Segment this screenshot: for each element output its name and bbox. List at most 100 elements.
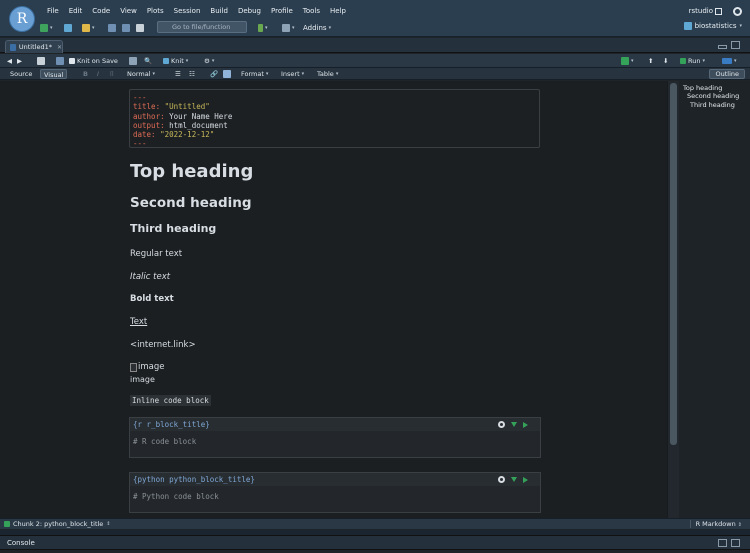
addins-button[interactable]: Addins ▾ — [303, 22, 331, 33]
new-file-button[interactable]: ▾ — [40, 22, 53, 33]
run-above-icon[interactable] — [511, 422, 517, 427]
insert-chunk-button[interactable]: ▾ — [621, 56, 634, 66]
menu-tools[interactable]: Tools — [298, 6, 325, 17]
run-above-icon[interactable] — [511, 477, 517, 482]
menu-file[interactable]: File — [42, 6, 64, 17]
goto-file-input[interactable]: Go to file/function — [157, 21, 247, 33]
autolink-text[interactable]: <internet.link> — [130, 340, 196, 350]
code-format-button[interactable]: ⌷ — [110, 69, 114, 79]
show-in-window-button[interactable] — [37, 56, 45, 66]
close-icon[interactable]: ✕ — [57, 44, 62, 51]
chevron-down-icon: ▾ — [265, 71, 269, 77]
back-button[interactable]: ◀ — [7, 56, 12, 66]
menu-help[interactable]: Help — [325, 6, 351, 17]
code-chunk-r[interactable]: {r r_block_title} # R code block — [129, 417, 541, 458]
outline-toggle-button[interactable]: Outline — [709, 69, 745, 79]
menu-edit[interactable]: Edit — [64, 6, 88, 17]
menu-profile[interactable]: Profile — [266, 6, 298, 17]
document-type-select[interactable]: R Markdown ⇕ — [689, 520, 742, 528]
yaml-header[interactable]: --- title: "Untitled" author: Your Name … — [129, 89, 540, 148]
chevron-down-icon: ▾ — [292, 24, 295, 31]
outline-item-top-heading[interactable]: Top heading — [679, 84, 750, 92]
tab-untitled1[interactable]: Untitled1* ✕ — [5, 40, 63, 53]
console-tab[interactable]: Console — [7, 539, 35, 547]
outline-item-second-heading[interactable]: Second heading — [679, 92, 750, 100]
gear-icon[interactable] — [498, 421, 505, 428]
visual-mode-button[interactable]: Visual — [40, 69, 68, 79]
source-mode-button[interactable]: Source — [7, 69, 35, 79]
vcs-button[interactable]: ▾ — [258, 22, 268, 33]
heading-1[interactable]: Top heading — [130, 161, 253, 182]
maximize-pane-icon[interactable] — [731, 539, 740, 547]
signout-icon[interactable] — [715, 8, 722, 15]
italic-text[interactable]: Italic text — [130, 272, 170, 282]
prev-section-button[interactable]: ⬆ — [648, 56, 653, 66]
broken-image[interactable]: image — [130, 362, 164, 372]
menu-session[interactable]: Session — [169, 6, 206, 17]
insert-link-button[interactable]: 🔗 — [210, 69, 218, 79]
forward-button[interactable]: ▶ — [17, 56, 22, 66]
project-menu[interactable]: biostatistics ▾ — [683, 22, 742, 30]
power-icon[interactable] — [733, 7, 742, 16]
chunk-header[interactable]: {python python_block_title} — [130, 473, 540, 486]
menu-debug[interactable]: Debug — [233, 6, 266, 17]
outline-item-third-heading[interactable]: Third heading — [679, 101, 750, 109]
save-doc-button[interactable] — [56, 56, 64, 66]
heading-2[interactable]: Second heading — [130, 195, 252, 211]
restore-pane-icon[interactable] — [718, 539, 727, 547]
minimize-pane-icon[interactable] — [718, 45, 727, 49]
run-chunk-icon[interactable] — [523, 476, 528, 483]
heading-3[interactable]: Third heading — [130, 222, 216, 235]
chunk-header[interactable]: {r r_block_title} — [130, 418, 540, 431]
maximize-pane-icon[interactable] — [731, 41, 740, 49]
arrow-up-icon: ⬆ — [648, 57, 654, 65]
gear-icon: ⚙ — [204, 57, 210, 65]
bold-format-button[interactable]: B — [83, 69, 88, 79]
visual-editor-document[interactable]: --- title: "Untitled" author: Your Name … — [0, 81, 667, 518]
pane-layout-button[interactable]: ▾ — [282, 22, 295, 33]
image-caption[interactable]: image — [130, 375, 155, 384]
insert-menu[interactable]: Insert ▾ — [281, 69, 304, 79]
editor-toolbar: ◀ ▶ Knit on Save 🔍 Knit ▾ ⚙ ▾ ▾ ⬆ ⬇ Run ▾ ▾ — [0, 54, 750, 68]
table-menu[interactable]: Table ▾ — [317, 69, 338, 79]
spellcheck-button[interactable] — [129, 56, 137, 66]
print-button[interactable] — [136, 22, 144, 33]
hyperlink[interactable]: Text — [130, 317, 147, 327]
rmd-file-icon — [10, 43, 16, 51]
new-project-button[interactable] — [64, 22, 72, 33]
code-chunk-python[interactable]: {python python_block_title} # Python cod… — [129, 472, 541, 513]
save-all-button[interactable] — [122, 22, 130, 33]
menu-build[interactable]: Build — [205, 6, 233, 17]
scrollbar-thumb[interactable] — [670, 83, 677, 445]
run-button[interactable]: Run ▾ — [680, 56, 705, 66]
italic-format-button[interactable]: I — [97, 69, 99, 79]
knit-button[interactable]: Knit ▾ — [163, 56, 188, 66]
format-menu[interactable]: Format ▾ — [241, 69, 268, 79]
menu-view[interactable]: View — [115, 6, 142, 17]
chunk-code[interactable]: # Python code block — [130, 486, 540, 507]
save-button[interactable] — [108, 22, 116, 33]
editor-scrollbar[interactable] — [667, 81, 679, 518]
menu-plots[interactable]: Plots — [142, 6, 169, 17]
chevron-down-icon: ▾ — [328, 24, 332, 31]
block-format-select[interactable]: Normal ▾ — [127, 69, 155, 79]
next-section-button[interactable]: ⬇ — [663, 56, 668, 66]
insert-image-button[interactable] — [223, 69, 231, 79]
knit-on-save-toggle[interactable]: Knit on Save — [69, 56, 118, 66]
chunk-code[interactable]: # R code block — [130, 431, 540, 452]
numbered-list-button[interactable]: ☷ — [189, 69, 195, 79]
bullet-list-button[interactable]: ☰ — [175, 69, 181, 79]
regular-text[interactable]: Regular text — [130, 249, 182, 259]
gear-icon[interactable] — [498, 476, 505, 483]
chunk-icon — [4, 521, 10, 527]
inline-code[interactable]: Inline code block — [130, 395, 211, 406]
run-chunk-icon[interactable] — [523, 421, 528, 428]
publish-button[interactable]: ▾ — [722, 56, 737, 66]
chunk-navigator[interactable]: Chunk 2: python_block_title ⇕ — [4, 520, 111, 528]
open-file-button[interactable]: ▾ — [82, 22, 95, 33]
chevron-down-icon: ▾ — [739, 23, 742, 29]
bold-text[interactable]: Bold text — [130, 294, 174, 304]
menu-code[interactable]: Code — [87, 6, 115, 17]
settings-button[interactable]: ⚙ ▾ — [204, 56, 214, 66]
find-button[interactable]: 🔍 — [144, 56, 152, 66]
